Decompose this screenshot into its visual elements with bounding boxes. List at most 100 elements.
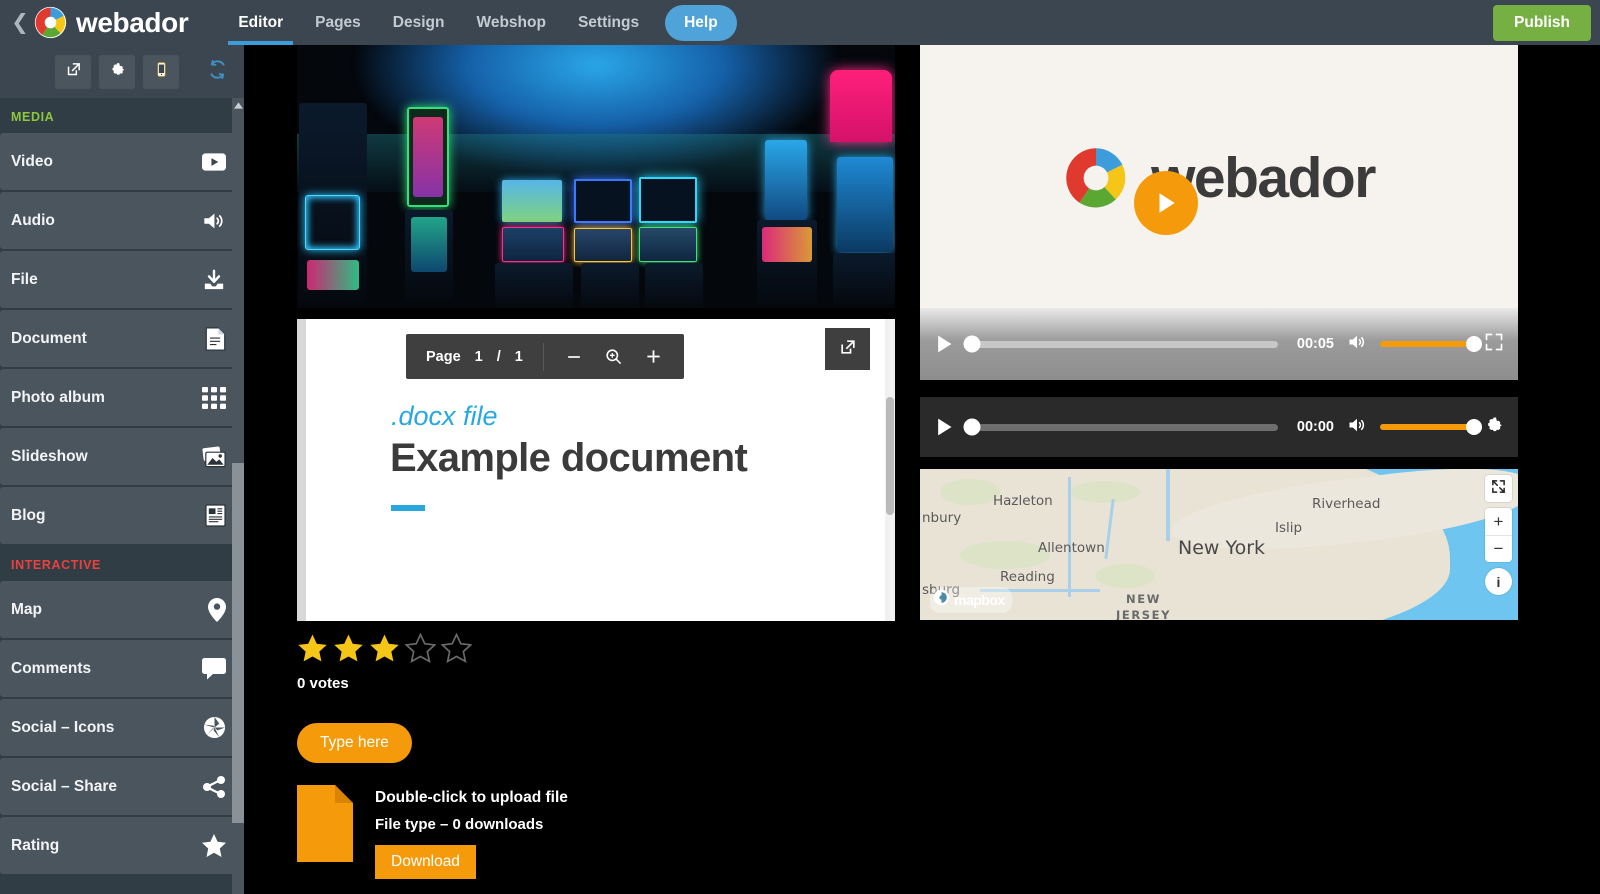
zoom-in-button[interactable] — [643, 346, 664, 367]
sidebar-item-social-icons[interactable]: Social – Icons — [0, 699, 244, 756]
map-controls: + − i — [1485, 475, 1512, 595]
star-icon[interactable] — [404, 632, 437, 664]
magnifier-icon[interactable] — [604, 347, 623, 366]
brand[interactable]: webador — [34, 6, 222, 39]
sidebar-item-blog[interactable]: Blog — [0, 487, 244, 544]
gear-icon[interactable] — [1484, 415, 1504, 440]
fullscreen-icon[interactable] — [1484, 332, 1504, 357]
sidebar-item-label: Photo album — [11, 388, 105, 406]
sidebar-item-map[interactable]: Map — [0, 581, 244, 638]
download-tray-icon — [202, 269, 226, 291]
top-header: ❮ webador Editor Pages Design Webshop Se… — [0, 0, 1600, 45]
sidebar-item-label: Audio — [11, 211, 55, 229]
audio-progress-knob[interactable] — [963, 418, 981, 436]
publish-button[interactable]: Publish — [1493, 5, 1591, 41]
video-poster: webador — [920, 45, 1518, 310]
sidebar-item-comments[interactable]: Comments — [0, 640, 244, 697]
tab-settings[interactable]: Settings — [562, 0, 655, 45]
zoom-out-button[interactable] — [564, 347, 584, 367]
sidebar-scroll-area: MEDIA Video Audio File Document Photo album Sl… — [0, 98, 244, 894]
audio-widget[interactable]: 00:00 — [920, 397, 1518, 457]
sidebar-item-document[interactable]: Document — [0, 310, 244, 367]
map-fullscreen-button[interactable] — [1485, 475, 1512, 502]
map-state-label: NEW JERSEY — [1116, 592, 1172, 620]
video-progress-knob[interactable] — [963, 335, 981, 353]
editor-canvas: .docx file Example document Page 1 / 1 0… — [244, 45, 1600, 894]
sidebar-item-social-share[interactable]: Social – Share — [0, 758, 244, 815]
sync-refresh-button[interactable] — [207, 59, 228, 85]
scroll-up-arrow-icon[interactable] — [232, 98, 244, 112]
sidebar-item-label: Video — [11, 152, 53, 170]
arcade-image[interactable] — [297, 45, 895, 308]
sidebar-item-label: Rating — [11, 836, 60, 854]
document-scrollbar-thumb[interactable] — [886, 397, 894, 515]
volume-on-icon[interactable] — [1346, 332, 1368, 357]
audio-volume-knob[interactable] — [1466, 419, 1482, 435]
zoom-group — [544, 346, 684, 367]
tab-webshop[interactable]: Webshop — [460, 0, 561, 45]
file-info: Double-click to upload file File type – … — [375, 785, 568, 879]
settings-button[interactable] — [99, 54, 135, 89]
info-icon[interactable]: i — [1485, 568, 1512, 595]
sidebar-scrollbar-track[interactable] — [232, 98, 244, 894]
tab-pages[interactable]: Pages — [299, 0, 377, 45]
star-rating[interactable] — [297, 632, 473, 664]
total-pages-value: 1 — [514, 348, 523, 365]
document-gutter — [297, 319, 306, 621]
video-time: 00:05 — [1296, 336, 1334, 352]
sidebar-item-label: Map — [11, 600, 42, 618]
audio-volume-slider[interactable] — [1380, 419, 1482, 435]
sidebar-scrollbar-thumb[interactable] — [232, 463, 244, 823]
audio-progress-slider[interactable] — [963, 418, 1278, 436]
sidebar-item-label: Blog — [11, 506, 46, 524]
page-separator: / — [496, 348, 501, 365]
sidebar-section-interactive: INTERACTIVE — [11, 558, 101, 572]
brand-name: webador — [76, 6, 189, 38]
star-icon[interactable] — [333, 633, 364, 664]
speaker-icon — [201, 210, 226, 232]
video-play-button[interactable] — [934, 332, 956, 356]
sidebar-item-label: Comments — [11, 659, 92, 677]
tab-design[interactable]: Design — [377, 0, 461, 45]
document-scrollbar-track[interactable] — [885, 319, 895, 621]
document-expand-button[interactable] — [825, 328, 870, 370]
sidebar-item-rating[interactable]: Rating — [0, 817, 244, 874]
play-circle-icon[interactable] — [1134, 171, 1198, 235]
document-title: Example document — [390, 436, 748, 480]
sidebar-section-media: MEDIA — [11, 110, 55, 124]
sidebar-item-audio[interactable]: Audio — [0, 192, 244, 249]
map-zoom-out-button[interactable]: − — [1485, 535, 1512, 562]
video-widget[interactable]: webador 00:05 — [920, 45, 1518, 380]
video-volume-knob[interactable] — [1466, 336, 1482, 352]
sidebar-item-slideshow[interactable]: Slideshow — [0, 428, 244, 485]
blog-icon — [205, 504, 226, 527]
map-place-label: Islip — [1275, 520, 1303, 536]
download-button[interactable]: Download — [375, 845, 476, 879]
back-button[interactable]: ❮ — [0, 0, 34, 45]
sidebar-item-label: Social – Icons — [11, 718, 115, 736]
star-icon[interactable] — [297, 633, 328, 664]
file-widget[interactable]: Double-click to upload file File type – … — [297, 785, 568, 879]
preview-site-button[interactable] — [55, 54, 91, 89]
rating-widget[interactable]: 0 votes — [297, 632, 473, 692]
sidebar-item-photo-album[interactable]: Photo album — [0, 369, 244, 426]
mobile-preview-button[interactable] — [143, 54, 179, 89]
map-place-label: Riverhead — [1312, 496, 1381, 512]
type-here-button[interactable]: Type here — [297, 723, 412, 763]
video-progress-slider[interactable] — [963, 335, 1278, 353]
mapbox-attribution[interactable]: mapbox — [930, 587, 1012, 613]
video-volume-slider[interactable] — [1380, 336, 1482, 352]
social-icons-icon — [203, 716, 226, 739]
audio-play-button[interactable] — [934, 415, 956, 439]
map-widget[interactable]: HazletonnburyAllentownReadingsburgRiverh… — [920, 469, 1518, 620]
volume-on-icon[interactable] — [1346, 415, 1368, 440]
star-icon[interactable] — [369, 633, 400, 664]
map-zoom-in-button[interactable]: + — [1485, 508, 1512, 535]
file-upload-prompt: Double-click to upload file — [375, 789, 568, 806]
sidebar-item-video[interactable]: Video — [0, 133, 244, 190]
tab-editor[interactable]: Editor — [222, 0, 299, 45]
star-icon[interactable] — [440, 632, 473, 664]
sidebar-item-file[interactable]: File — [0, 251, 244, 308]
current-page-value[interactable]: 1 — [475, 349, 483, 365]
tab-help[interactable]: Help — [665, 4, 737, 41]
